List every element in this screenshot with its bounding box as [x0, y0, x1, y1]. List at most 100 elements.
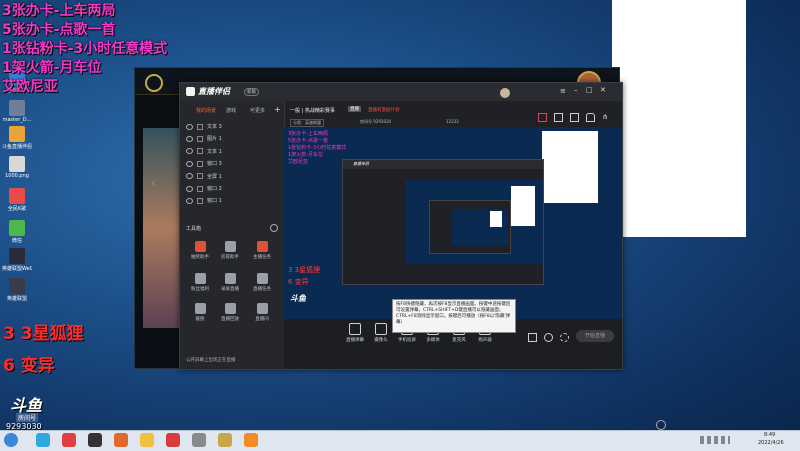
music-taskbar-icon[interactable]	[62, 433, 76, 447]
layer-item[interactable]: 全屏 1	[186, 171, 276, 183]
share-icon[interactable]: ⋔	[602, 113, 608, 121]
store-icon[interactable]	[554, 113, 563, 122]
tool-item[interactable]: 粉丝福利	[186, 273, 214, 292]
minimize-icon[interactable]: –	[574, 86, 578, 94]
layer-label: 全屏 1	[207, 173, 222, 180]
layer-item[interactable]: 窗口 1	[186, 195, 276, 207]
close-icon[interactable]: ✕	[600, 86, 606, 94]
desktop-icon[interactable]: 斗鱼直播伴侣	[2, 126, 32, 150]
game-taskbar-icon[interactable]	[88, 433, 102, 447]
preview-overlay-mid-line: 3 3星狐狸	[288, 266, 321, 274]
speed-icon[interactable]	[544, 333, 553, 342]
viewer-count: 12233	[446, 119, 459, 124]
stream-incentive-link[interactable]: 直播有激励计划	[368, 107, 400, 113]
record-icon[interactable]	[528, 333, 537, 342]
douyu-taskbar-icon[interactable]	[244, 433, 258, 447]
desktop-icon[interactable]: 微信	[2, 220, 32, 244]
layer-item[interactable]: 窗口 2	[186, 183, 276, 195]
browser-taskbar-icon[interactable]	[36, 433, 50, 447]
toolbox-label: 工具箱	[186, 226, 202, 232]
layer-item[interactable]: 图片 1	[186, 133, 276, 145]
tool-icon	[224, 303, 236, 314]
app-taskbar-icon[interactable]	[192, 433, 206, 447]
lock-icon[interactable]	[197, 135, 203, 142]
footer-hint: 公开屏幕上出现正在直播	[186, 358, 236, 363]
stream-category[interactable]: 分类：英雄联盟	[290, 119, 324, 127]
eye-icon[interactable]	[186, 160, 193, 167]
add-scene-icon[interactable]: +	[274, 105, 281, 114]
lol-logo-icon[interactable]	[145, 74, 163, 92]
gift-icon[interactable]	[538, 113, 547, 122]
lol-settings-icon[interactable]	[656, 420, 666, 430]
start-taskbar-icon[interactable]	[4, 433, 18, 447]
layer-item[interactable]: 窗口 3	[186, 158, 276, 170]
stream-room-id: 房间号 9293030	[360, 119, 392, 124]
lol-chevron-left-icon[interactable]: ‹	[151, 176, 156, 190]
tool-item[interactable]: 主播任务	[248, 241, 276, 260]
app-icon	[9, 126, 25, 142]
tool-item[interactable]: 抽奖助手	[186, 241, 214, 260]
layer-item[interactable]: 文本 3	[186, 121, 276, 133]
scene-tab[interactable]: 我的场景	[196, 107, 216, 114]
tool-item[interactable]: 直播间	[248, 303, 276, 322]
eye-icon[interactable]	[186, 148, 193, 155]
desktop-icon[interactable]: master_D...	[2, 100, 32, 123]
netease-taskbar-icon[interactable]	[166, 433, 180, 447]
app-icon	[9, 248, 25, 264]
settings-icon[interactable]	[560, 333, 569, 342]
studio-avatar[interactable]	[500, 88, 510, 98]
tool-icon	[256, 303, 268, 314]
tool-item[interactable]: 截图	[186, 303, 214, 322]
desktop-icon[interactable]: 英雄联盟WeGame版	[2, 248, 32, 272]
bottom-tool[interactable]: 摄像头	[368, 323, 394, 343]
store-taskbar-icon[interactable]	[114, 433, 128, 447]
lock-icon[interactable]	[197, 197, 203, 204]
clock-date[interactable]: 2022/4/26	[758, 440, 784, 446]
tool-item[interactable]: 直播回放	[216, 303, 244, 322]
lol-splash-art	[143, 128, 183, 328]
maximize-icon[interactable]: □	[586, 86, 593, 94]
scene-tab[interactable]: 可更多	[250, 107, 265, 114]
eye-icon[interactable]	[186, 135, 193, 142]
bottom-tool-label: 摄像头	[374, 338, 388, 343]
menu-icon[interactable]: ≡	[560, 87, 566, 95]
lock-icon[interactable]	[197, 123, 203, 130]
tool-label: 录屏直播	[221, 287, 239, 292]
lock-icon[interactable]	[197, 160, 203, 167]
tray-icons[interactable]	[700, 436, 730, 444]
desktop-icon[interactable]: 1000.png	[2, 156, 32, 179]
nested-titlebar	[343, 160, 543, 169]
eye-icon[interactable]	[186, 185, 193, 192]
studio-new-badge: 新版	[244, 88, 259, 96]
bottom-tool[interactable]: 直播弹幕	[342, 323, 368, 343]
tool-item[interactable]: 录屏直播	[216, 273, 244, 292]
scene-tab[interactable]: 游戏	[226, 107, 236, 114]
layer-label: 窗口 1	[207, 198, 222, 205]
tool-icon	[224, 241, 236, 252]
tool-item[interactable]: 房管助手	[216, 241, 244, 260]
start-stream-button[interactable]: 开始直播	[576, 330, 614, 342]
clock-time[interactable]: 8:49	[764, 432, 775, 438]
layer-item[interactable]: 文本 1	[186, 146, 276, 158]
lol-taskbar-icon[interactable]	[218, 433, 232, 447]
eye-icon[interactable]	[186, 197, 193, 204]
eye-icon[interactable]	[186, 123, 193, 130]
lock-icon[interactable]	[197, 148, 203, 155]
bottom-tool-label: 扬声器	[478, 338, 492, 343]
desktop-icon[interactable]: 全民K歌	[2, 188, 32, 212]
nested-inner-white	[490, 211, 502, 227]
overlay-line-1: 3张办卡-上车两局	[2, 3, 116, 19]
lock-icon[interactable]	[197, 173, 203, 180]
bag-icon[interactable]	[570, 113, 579, 122]
desktop-icon-label: 斗鱼直播伴侣	[2, 144, 32, 150]
toolbox-more-icon[interactable]	[270, 224, 278, 232]
tool-item[interactable]: 直播任务	[248, 273, 276, 292]
stream-title[interactable]: 一般 | 热战精彩赛事	[290, 107, 335, 114]
eye-icon[interactable]	[186, 173, 193, 180]
desktop-icon[interactable]: 英雄联盟	[2, 278, 32, 302]
bottom-tool-label: 手机投屏	[398, 338, 416, 343]
lock-icon[interactable]	[197, 185, 203, 192]
video-taskbar-icon[interactable]	[140, 433, 154, 447]
bell-icon[interactable]	[586, 113, 595, 122]
nested-studio-window: 直播伴侣	[342, 159, 544, 285]
